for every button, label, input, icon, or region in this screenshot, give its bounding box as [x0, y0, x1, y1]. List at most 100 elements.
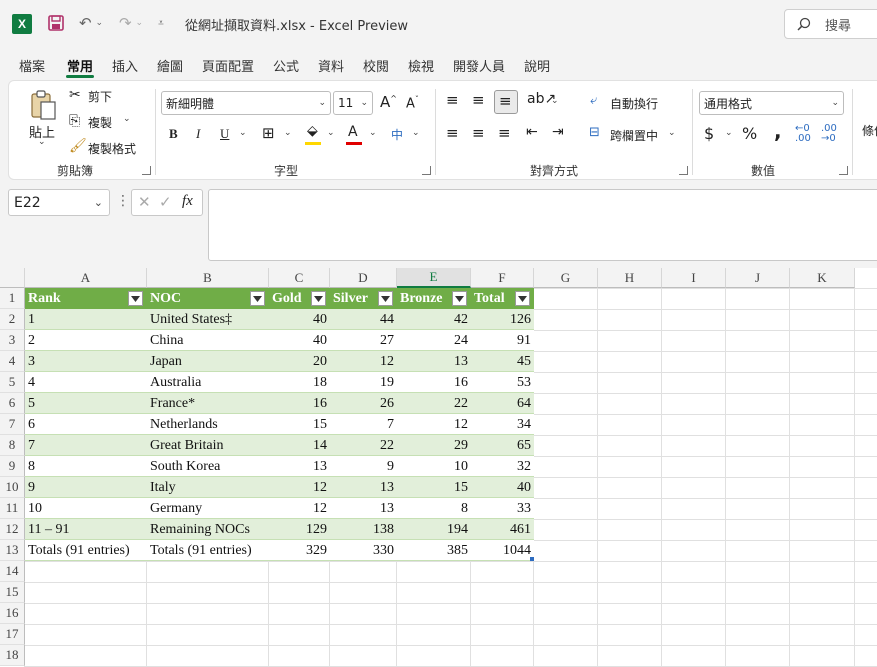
filter-dropdown-button[interactable]	[378, 291, 393, 306]
column-header-e[interactable]: E	[397, 268, 471, 288]
row-header-4[interactable]: 4	[0, 351, 25, 372]
table-cell[interactable]: 26	[330, 393, 397, 414]
table-cell[interactable]: 8	[25, 456, 147, 477]
table-cell[interactable]: 33	[471, 498, 534, 519]
font-size-select[interactable]: 11 ⌄	[333, 91, 373, 115]
table-cell[interactable]: 8	[397, 498, 471, 519]
table-resize-handle[interactable]	[530, 557, 534, 561]
bold-button[interactable]: B	[169, 126, 178, 142]
filter-dropdown-button[interactable]	[250, 291, 265, 306]
column-header-f[interactable]: F	[471, 268, 534, 288]
column-header-i[interactable]: I	[662, 268, 726, 288]
filter-dropdown-button[interactable]	[311, 291, 326, 306]
table-cell[interactable]: 461	[471, 519, 534, 540]
enter-icon[interactable]: ✓	[159, 193, 172, 211]
table-cell[interactable]: 24	[397, 330, 471, 351]
font-launcher-icon[interactable]	[422, 166, 431, 175]
table-cell[interactable]: Italy	[147, 477, 269, 498]
filter-dropdown-button[interactable]	[515, 291, 530, 306]
table-cell[interactable]: 22	[330, 435, 397, 456]
table-cell[interactable]: Remaining NOCs	[147, 519, 269, 540]
decrease-font-size-icon[interactable]: Aˇ	[406, 95, 419, 111]
tab-page-layout[interactable]: 頁面配置	[202, 56, 254, 75]
row-header-17[interactable]: 17	[0, 624, 25, 645]
undo-button[interactable]: ↶ ⌄	[74, 13, 108, 33]
table-cell[interactable]: Australia	[147, 372, 269, 393]
merge-center-button[interactable]: 跨欄置中	[610, 127, 658, 144]
font-color-dropdown-icon[interactable]: ⌄	[369, 128, 377, 138]
table-cell[interactable]: 15	[397, 477, 471, 498]
table-cell[interactable]: 6	[25, 414, 147, 435]
tab-file[interactable]: 檔案	[19, 56, 45, 75]
row-header-10[interactable]: 10	[0, 477, 25, 498]
table-cell[interactable]: 18	[269, 372, 330, 393]
table-cell[interactable]: 138	[330, 519, 397, 540]
orientation-dropdown-icon[interactable]: ⌄	[551, 96, 559, 106]
table-cell[interactable]: 40	[269, 309, 330, 330]
column-header-c[interactable]: C	[269, 268, 330, 288]
table-cell[interactable]: Totals (91 entries)	[25, 540, 147, 561]
wrap-text-button[interactable]: 自動換行	[610, 95, 658, 112]
table-cell[interactable]: Great Britain	[147, 435, 269, 456]
table-cell[interactable]: 1044	[471, 540, 534, 561]
table-cell[interactable]: 330	[330, 540, 397, 561]
name-box[interactable]: E22 ⌄	[8, 189, 110, 216]
tab-review[interactable]: 校閱	[363, 56, 389, 75]
cancel-icon[interactable]: ✕	[138, 193, 151, 211]
table-cell[interactable]: 9	[25, 477, 147, 498]
table-cell[interactable]: 53	[471, 372, 534, 393]
borders-icon[interactable]: ⊞	[262, 124, 275, 142]
table-cell[interactable]: 19	[330, 372, 397, 393]
table-cell[interactable]: 42	[397, 309, 471, 330]
number-format-select[interactable]: 通用格式 ⌄	[699, 91, 844, 115]
table-cell[interactable]: South Korea	[147, 456, 269, 477]
table-cell[interactable]: 12	[397, 414, 471, 435]
decrease-indent-icon[interactable]: ⇤	[526, 124, 538, 140]
table-cell[interactable]: 10	[397, 456, 471, 477]
align-center-icon[interactable]: ≡	[472, 124, 485, 142]
underline-button[interactable]: U	[220, 126, 229, 142]
row-header-14[interactable]: 14	[0, 561, 25, 582]
table-cell[interactable]: 2	[25, 330, 147, 351]
column-header-b[interactable]: B	[147, 268, 269, 288]
table-cell[interactable]: 11 – 91	[25, 519, 147, 540]
copy-button[interactable]: 複製	[88, 114, 112, 131]
search-box[interactable]: 搜尋	[784, 9, 877, 39]
table-cell[interactable]: 64	[471, 393, 534, 414]
row-header-5[interactable]: 5	[0, 372, 25, 393]
table-cell[interactable]: France*	[147, 393, 269, 414]
row-header-8[interactable]: 8	[0, 435, 25, 456]
table-cell[interactable]: 32	[471, 456, 534, 477]
table-cell[interactable]: 129	[269, 519, 330, 540]
currency-dropdown-icon[interactable]: ⌄	[725, 128, 733, 138]
row-header-9[interactable]: 9	[0, 456, 25, 477]
table-cell[interactable]: 29	[397, 435, 471, 456]
borders-dropdown-icon[interactable]: ⌄	[284, 128, 292, 138]
save-button[interactable]	[46, 13, 66, 33]
row-header-15[interactable]: 15	[0, 582, 25, 603]
table-cell[interactable]: 14	[269, 435, 330, 456]
row-header-11[interactable]: 11	[0, 498, 25, 519]
phonetic-dropdown-icon[interactable]: ⌄	[412, 128, 420, 138]
number-launcher-icon[interactable]	[839, 166, 848, 175]
column-header-k[interactable]: K	[790, 268, 855, 288]
table-cell[interactable]: 40	[471, 477, 534, 498]
tab-insert[interactable]: 插入	[112, 56, 138, 75]
tab-formulas[interactable]: 公式	[273, 56, 299, 75]
table-cell[interactable]: Totals (91 entries)	[147, 540, 269, 561]
table-cell[interactable]: China	[147, 330, 269, 351]
table-cell[interactable]: 5	[25, 393, 147, 414]
font-color-icon[interactable]: A	[348, 124, 358, 140]
table-cell[interactable]: 12	[269, 498, 330, 519]
table-cell[interactable]: 16	[269, 393, 330, 414]
tab-home[interactable]: 常用	[67, 56, 93, 75]
filter-dropdown-button[interactable]	[452, 291, 467, 306]
increase-indent-icon[interactable]: ⇥	[552, 124, 564, 140]
table-cell[interactable]: 16	[397, 372, 471, 393]
align-bottom-button[interactable]: ≡	[494, 90, 518, 114]
alignment-launcher-icon[interactable]	[679, 166, 688, 175]
table-cell[interactable]: 385	[397, 540, 471, 561]
row-header-13[interactable]: 13	[0, 540, 25, 561]
copy-dropdown-icon[interactable]: ⌄	[123, 114, 131, 124]
filter-dropdown-button[interactable]	[128, 291, 143, 306]
